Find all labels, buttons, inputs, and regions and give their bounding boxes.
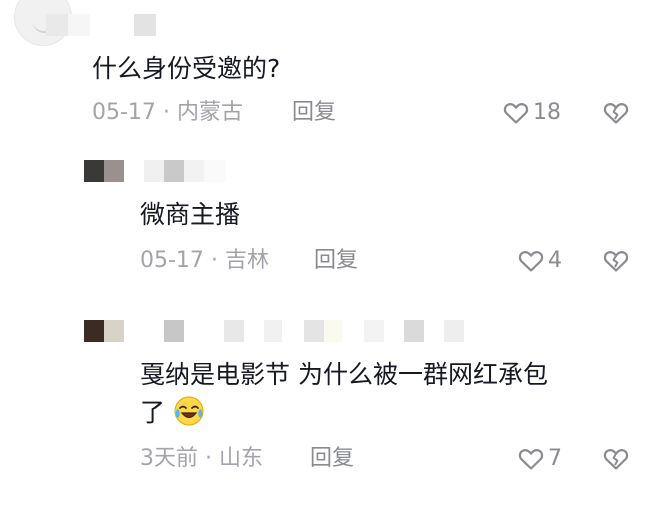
meta-separator: · [210, 248, 218, 273]
broken-heart-icon [603, 447, 629, 471]
reply-button[interactable]: 回复 [310, 446, 354, 472]
comment-location: 内蒙古 [176, 100, 243, 125]
comment-date: 05-17 [92, 100, 156, 125]
dislike-button[interactable] [603, 101, 629, 127]
username-blurred[interactable] [46, 14, 156, 36]
like-count: 7 [548, 446, 562, 471]
broken-heart-icon [603, 249, 629, 273]
username-blurred[interactable] [144, 320, 464, 342]
reply-button[interactable]: 回复 [314, 248, 358, 274]
heart-outline-icon [518, 447, 544, 471]
like-count: 4 [548, 248, 562, 273]
heart-outline-icon [503, 101, 529, 125]
comment-text-line-2-text: 了 [140, 398, 166, 427]
comment-date: 3天前 [140, 446, 198, 471]
comment-2: 微商主播 05-17 · 吉林 回复 4 [0, 150, 660, 290]
crying-laughing-emoji [173, 395, 205, 427]
username-blurred[interactable] [144, 160, 226, 182]
avatar[interactable] [84, 320, 124, 342]
comment-date: 05-17 [140, 248, 204, 273]
dislike-button[interactable] [603, 249, 629, 275]
comment-text-line-2: 了 [140, 394, 205, 432]
comment-meta: 05-17 · 内蒙古 [92, 100, 243, 126]
comment-text: 什么身份受邀的? [92, 54, 281, 83]
comment-1: 什么身份受邀的? 05-17 · 内蒙古 回复 18 [0, 0, 660, 140]
dislike-button[interactable] [603, 447, 629, 473]
comment-meta: 05-17 · 吉林 [140, 248, 269, 274]
comment-3: 戛纳是电影节 为什么被一群网红承包 了 3天前 · 山东 回复 7 [0, 310, 660, 500]
heart-outline-icon [518, 249, 544, 273]
comment-text: 微商主播 [140, 200, 241, 229]
comment-location: 吉林 [224, 248, 269, 273]
comment-text-line-1: 戛纳是电影节 为什么被一群网红承包 [140, 360, 548, 389]
avatar[interactable] [84, 160, 124, 182]
like-count: 18 [533, 100, 561, 125]
comment-meta: 3天前 · 山东 [140, 446, 263, 472]
like-button[interactable]: 7 [518, 446, 562, 472]
broken-heart-icon [603, 101, 629, 125]
meta-separator: · [205, 446, 212, 471]
like-button[interactable]: 4 [518, 248, 562, 274]
like-button[interactable]: 18 [503, 100, 561, 126]
reply-button[interactable]: 回复 [292, 100, 336, 126]
meta-separator: · [162, 100, 170, 125]
comment-location: 山东 [219, 446, 264, 471]
